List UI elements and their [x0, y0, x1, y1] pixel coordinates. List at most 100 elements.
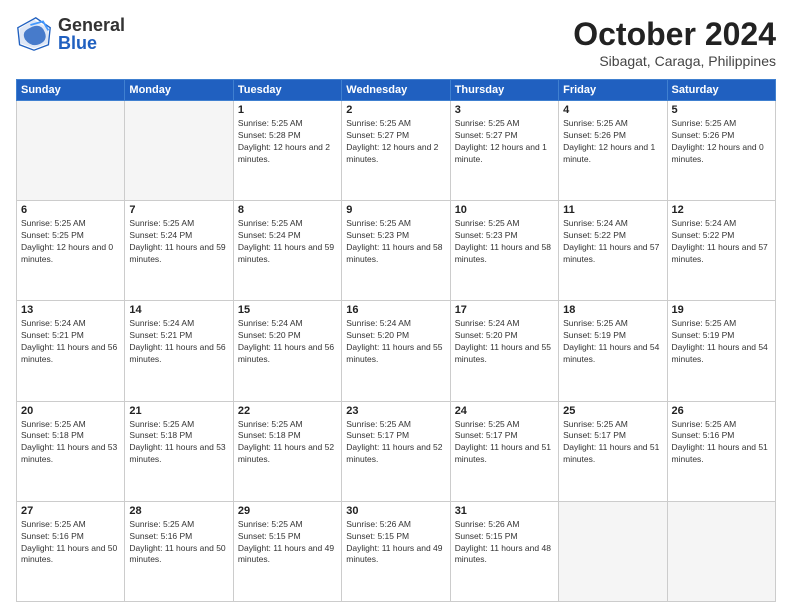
day-number: 17 [455, 304, 554, 316]
day-info: Sunrise: 5:25 AMSunset: 5:17 PMDaylight:… [346, 419, 445, 467]
day-number: 18 [563, 304, 662, 316]
day-number: 6 [21, 204, 120, 216]
day-number: 11 [563, 204, 662, 216]
day-info: Sunrise: 5:25 AMSunset: 5:24 PMDaylight:… [129, 218, 228, 266]
day-cell [125, 101, 233, 201]
day-info: Sunrise: 5:25 AMSunset: 5:17 PMDaylight:… [563, 419, 662, 467]
day-number: 27 [21, 505, 120, 517]
day-info: Sunrise: 5:25 AMSunset: 5:23 PMDaylight:… [455, 218, 554, 266]
day-info: Sunrise: 5:26 AMSunset: 5:15 PMDaylight:… [346, 519, 445, 567]
day-cell: 21 Sunrise: 5:25 AMSunset: 5:18 PMDayligh… [125, 401, 233, 501]
day-cell [559, 501, 667, 601]
day-info: Sunrise: 5:26 AMSunset: 5:15 PMDaylight:… [455, 519, 554, 567]
page: General Blue October 2024 Sibagat, Carag… [0, 0, 792, 612]
day-cell: 2Sunrise: 5:25 AMSunset: 5:27 PMDaylight… [342, 101, 450, 201]
header-day-sunday: Sunday [17, 80, 125, 101]
logo-general: General [58, 16, 125, 34]
day-cell: 6 Sunrise: 5:25 AMSunset: 5:25 PMDaylight… [17, 201, 125, 301]
day-cell [17, 101, 125, 201]
header: General Blue October 2024 Sibagat, Carag… [16, 16, 776, 69]
day-info: Sunrise: 5:25 AMSunset: 5:17 PMDaylight:… [455, 419, 554, 467]
header-day-wednesday: Wednesday [342, 80, 450, 101]
day-number: 12 [672, 204, 771, 216]
day-number: 7 [129, 204, 228, 216]
day-number: 1 [238, 104, 337, 116]
header-day-monday: Monday [125, 80, 233, 101]
day-number: 9 [346, 204, 445, 216]
day-info: Sunrise: 5:25 AMSunset: 5:28 PMDaylight:… [238, 118, 337, 166]
day-cell: 14Sunrise: 5:24 AMSunset: 5:21 PMDayligh… [125, 301, 233, 401]
header-day-saturday: Saturday [667, 80, 775, 101]
day-cell: 25 Sunrise: 5:25 AMSunset: 5:17 PMDayligh… [559, 401, 667, 501]
day-info: Sunrise: 5:25 AMSunset: 5:16 PMDaylight:… [129, 519, 228, 567]
day-cell: 9Sunrise: 5:25 AMSunset: 5:23 PMDaylight… [342, 201, 450, 301]
day-info: Sunrise: 5:25 AMSunset: 5:15 PMDaylight:… [238, 519, 337, 567]
day-info: Sunrise: 5:25 AMSunset: 5:18 PMDaylight:… [129, 419, 228, 467]
day-cell: 15 Sunrise: 5:24 AMSunset: 5:20 PMDayligh… [233, 301, 341, 401]
day-cell: 10Sunrise: 5:25 AMSunset: 5:23 PMDayligh… [450, 201, 558, 301]
day-info: Sunrise: 5:25 AMSunset: 5:16 PMDaylight:… [21, 519, 120, 567]
day-cell: 23 Sunrise: 5:25 AMSunset: 5:17 PMDayligh… [342, 401, 450, 501]
day-cell: 19Sunrise: 5:25 AMSunset: 5:19 PMDayligh… [667, 301, 775, 401]
day-cell: 17 Sunrise: 5:24 AMSunset: 5:20 PMDayligh… [450, 301, 558, 401]
day-cell: 1 Sunrise: 5:25 AMSunset: 5:28 PMDaylight… [233, 101, 341, 201]
day-number: 23 [346, 405, 445, 417]
day-info: Sunrise: 5:24 AMSunset: 5:21 PMDaylight:… [129, 318, 228, 366]
day-cell: 18 Sunrise: 5:25 AMSunset: 5:19 PMDayligh… [559, 301, 667, 401]
day-number: 24 [455, 405, 554, 417]
day-number: 26 [672, 405, 771, 417]
calendar-body: 1 Sunrise: 5:25 AMSunset: 5:28 PMDaylight… [17, 101, 776, 602]
header-day-friday: Friday [559, 80, 667, 101]
day-number: 13 [21, 304, 120, 316]
day-info: Sunrise: 5:24 AMSunset: 5:21 PMDaylight:… [21, 318, 120, 366]
calendar-table: SundayMondayTuesdayWednesdayThursdayFrid… [16, 79, 776, 602]
day-number: 22 [238, 405, 337, 417]
day-cell: 7 Sunrise: 5:25 AMSunset: 5:24 PMDaylight… [125, 201, 233, 301]
day-number: 5 [672, 104, 771, 116]
header-day-tuesday: Tuesday [233, 80, 341, 101]
day-cell: 16 Sunrise: 5:24 AMSunset: 5:20 PMDayligh… [342, 301, 450, 401]
logo-blue: Blue [58, 34, 125, 52]
title-block: October 2024 Sibagat, Caraga, Philippine… [573, 16, 776, 69]
calendar-subtitle: Sibagat, Caraga, Philippines [573, 53, 776, 69]
week-row-1: 6 Sunrise: 5:25 AMSunset: 5:25 PMDaylight… [17, 201, 776, 301]
day-number: 30 [346, 505, 445, 517]
header-row: SundayMondayTuesdayWednesdayThursdayFrid… [17, 80, 776, 101]
day-info: Sunrise: 5:25 AMSunset: 5:27 PMDaylight:… [346, 118, 445, 166]
day-number: 16 [346, 304, 445, 316]
week-row-4: 27 Sunrise: 5:25 AMSunset: 5:16 PMDayligh… [17, 501, 776, 601]
day-info: Sunrise: 5:25 AMSunset: 5:19 PMDaylight:… [672, 318, 771, 366]
day-cell: 24 Sunrise: 5:25 AMSunset: 5:17 PMDayligh… [450, 401, 558, 501]
day-info: Sunrise: 5:24 AMSunset: 5:22 PMDaylight:… [672, 218, 771, 266]
day-info: Sunrise: 5:25 AMSunset: 5:26 PMDaylight:… [563, 118, 662, 166]
day-info: Sunrise: 5:24 AMSunset: 5:20 PMDaylight:… [238, 318, 337, 366]
day-info: Sunrise: 5:25 AMSunset: 5:24 PMDaylight:… [238, 218, 337, 266]
day-info: Sunrise: 5:25 AMSunset: 5:27 PMDaylight:… [455, 118, 554, 166]
week-row-3: 20Sunrise: 5:25 AMSunset: 5:18 PMDayligh… [17, 401, 776, 501]
week-row-2: 13 Sunrise: 5:24 AMSunset: 5:21 PMDayligh… [17, 301, 776, 401]
logo-text: General Blue [58, 16, 125, 52]
day-cell: 20Sunrise: 5:25 AMSunset: 5:18 PMDayligh… [17, 401, 125, 501]
day-info: Sunrise: 5:25 AMSunset: 5:19 PMDaylight:… [563, 318, 662, 366]
day-number: 21 [129, 405, 228, 417]
day-cell: 13 Sunrise: 5:24 AMSunset: 5:21 PMDayligh… [17, 301, 125, 401]
day-info: Sunrise: 5:25 AMSunset: 5:25 PMDaylight:… [21, 218, 120, 266]
day-info: Sunrise: 5:24 AMSunset: 5:22 PMDaylight:… [563, 218, 662, 266]
day-cell: 11 Sunrise: 5:24 AMSunset: 5:22 PMDayligh… [559, 201, 667, 301]
day-cell: 28Sunrise: 5:25 AMSunset: 5:16 PMDayligh… [125, 501, 233, 601]
day-cell: 30 Sunrise: 5:26 AMSunset: 5:15 PMDayligh… [342, 501, 450, 601]
day-cell: 22 Sunrise: 5:25 AMSunset: 5:18 PMDayligh… [233, 401, 341, 501]
day-number: 31 [455, 505, 554, 517]
logo: General Blue [16, 16, 125, 52]
day-number: 15 [238, 304, 337, 316]
day-info: Sunrise: 5:25 AMSunset: 5:18 PMDaylight:… [238, 419, 337, 467]
day-info: Sunrise: 5:24 AMSunset: 5:20 PMDaylight:… [346, 318, 445, 366]
day-number: 25 [563, 405, 662, 417]
day-info: Sunrise: 5:24 AMSunset: 5:20 PMDaylight:… [455, 318, 554, 366]
logo-icon [16, 16, 52, 52]
day-cell: 27 Sunrise: 5:25 AMSunset: 5:16 PMDayligh… [17, 501, 125, 601]
day-cell: 4Sunrise: 5:25 AMSunset: 5:26 PMDaylight… [559, 101, 667, 201]
week-row-0: 1 Sunrise: 5:25 AMSunset: 5:28 PMDaylight… [17, 101, 776, 201]
calendar-header: SundayMondayTuesdayWednesdayThursdayFrid… [17, 80, 776, 101]
day-cell: 12 Sunrise: 5:24 AMSunset: 5:22 PMDayligh… [667, 201, 775, 301]
